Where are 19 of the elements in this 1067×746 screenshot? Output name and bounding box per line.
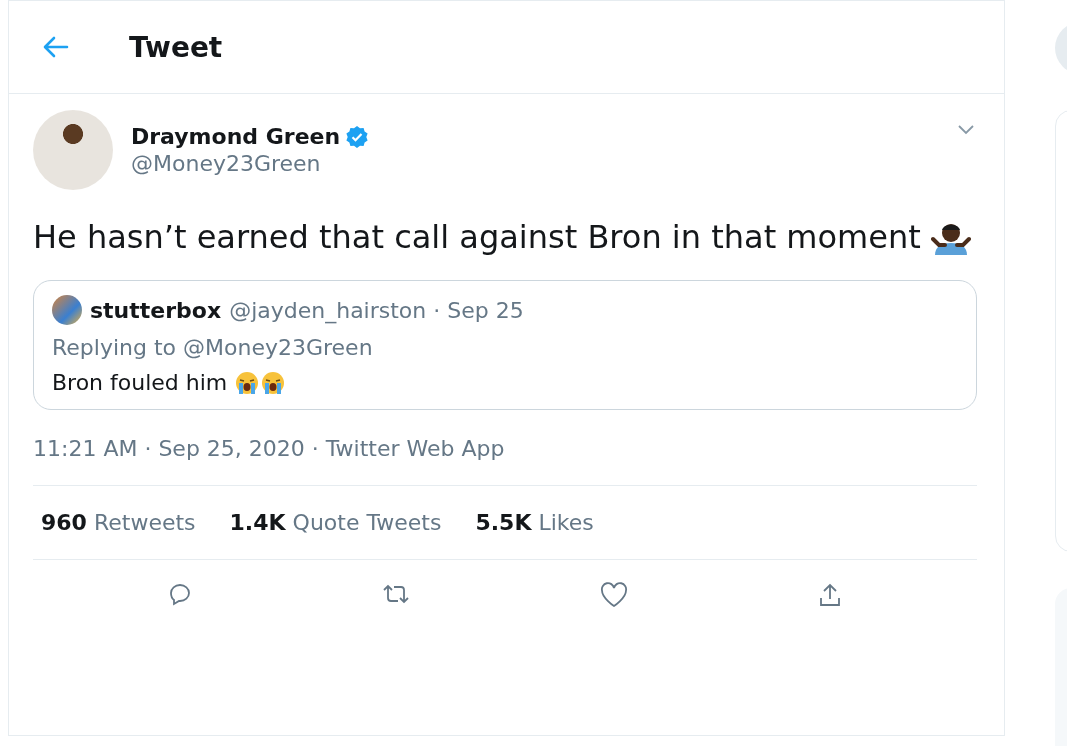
crying-face-icon xyxy=(235,370,260,395)
stat-link[interactable]: 1.4K Quote Tweets xyxy=(229,510,442,535)
quoted-author-handle: @jayden_hairston · Sep 25 xyxy=(229,297,524,323)
stat-link[interactable]: 960 Retweets xyxy=(41,510,196,535)
quoted-tweet[interactable]: stutterbox @jayden_hairston · Sep 25 Replying to @Money23Green Bron fouled him xyxy=(33,280,977,410)
author-handle[interactable]: @Money23Green xyxy=(131,151,370,176)
shrugging-person-icon xyxy=(930,221,971,257)
page-title: Tweet xyxy=(129,30,223,64)
tweet-timestamp: 11:21 AM · Sep 25, 2020 · Twitter Web App xyxy=(33,436,977,486)
crying-face-icon xyxy=(261,370,286,395)
replying-to-text: Replying to @Money23Green xyxy=(52,335,374,360)
quoted-author-name: stutterbox xyxy=(90,297,222,323)
stat-link[interactable]: 5.5K Likes xyxy=(475,510,594,535)
quoted-tweet-text: Bron fouled him xyxy=(52,370,228,395)
chevron-down-icon[interactable] xyxy=(957,124,975,136)
quoted-avatar[interactable] xyxy=(52,295,82,325)
author-name[interactable]: Draymond Green xyxy=(131,124,341,149)
tweet-text: He hasn’t earned that call against Bron in that moment xyxy=(33,218,921,256)
like-button[interactable] xyxy=(598,580,630,610)
